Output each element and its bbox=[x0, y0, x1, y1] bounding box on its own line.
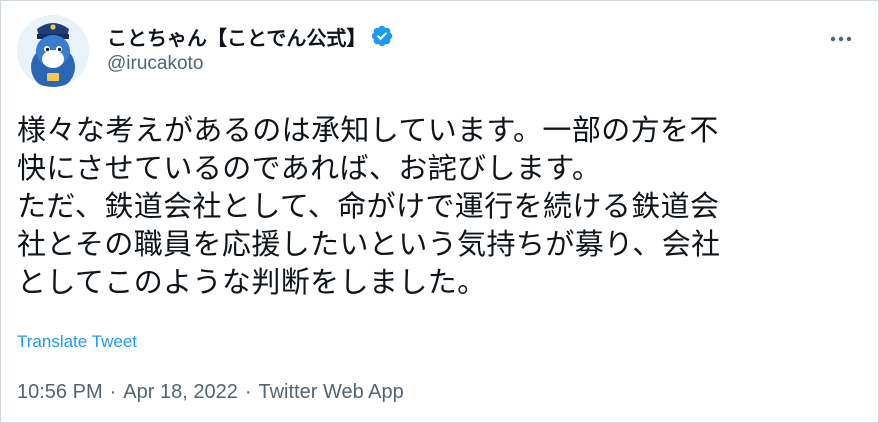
tweet-text-line: ただ、鉄道会社として、命がけで運行を続ける鉄道会 bbox=[17, 189, 720, 223]
more-options-button[interactable] bbox=[826, 27, 856, 51]
tweet-text-line: 社とその職員を応援したいという気持ちが募り、会社 bbox=[17, 227, 721, 261]
tweet-text: 様々な考えがあるのは承知しています。一部の方を不 快にさせているのであれば、お詫… bbox=[17, 111, 860, 301]
tweet-time-link[interactable]: 10:56 PM bbox=[17, 381, 103, 404]
tweet-metadata: 10:56 PM · Apr 18, 2022 · Twitter Web Ap… bbox=[17, 381, 404, 404]
avatar[interactable] bbox=[17, 15, 89, 87]
user-handle[interactable]: @irucakoto bbox=[107, 53, 394, 75]
verified-badge-icon bbox=[370, 24, 394, 48]
meta-separator: · bbox=[244, 381, 252, 403]
translate-tweet-link[interactable]: Translate Tweet bbox=[17, 332, 137, 352]
tweet-text-line: としてこのような判断をしました。 bbox=[17, 265, 487, 299]
dolphin-mascot-icon bbox=[17, 15, 89, 87]
tweet-text-line: 様々な考えがあるのは承知しています。一部の方を不 bbox=[17, 113, 719, 147]
meta-separator: · bbox=[109, 381, 117, 403]
tweet-text-line: 快にさせているのであれば、お詫びします。 bbox=[17, 151, 602, 185]
tweet-date-link[interactable]: Apr 18, 2022 bbox=[123, 381, 238, 404]
display-name[interactable]: ことちゃん【ことでん公式】 bbox=[107, 22, 366, 51]
display-name-row: ことちゃん【ことでん公式】 bbox=[107, 19, 394, 53]
more-horizontal-icon bbox=[830, 36, 852, 42]
tweet-card: ことちゃん【ことでん公式】 @irucakoto 様々な考えがあるのは承知してい… bbox=[0, 0, 879, 423]
tweet-source-link[interactable]: Twitter Web App bbox=[258, 381, 403, 404]
author-info: ことちゃん【ことでん公式】 @irucakoto bbox=[107, 19, 394, 75]
tweet-header: ことちゃん【ことでん公式】 @irucakoto bbox=[17, 15, 862, 87]
